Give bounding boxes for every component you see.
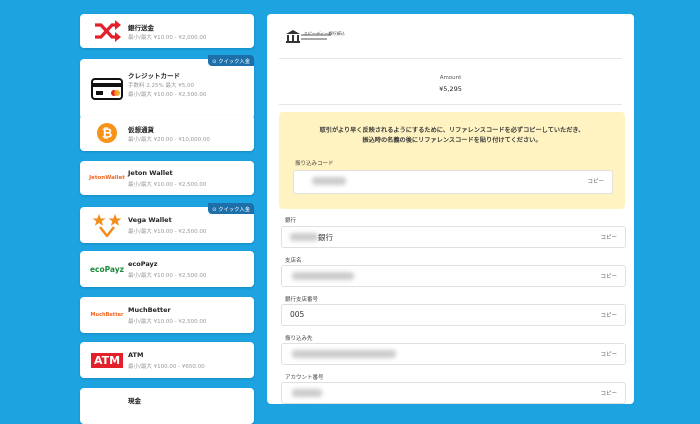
method-limit: 最小/最大 ¥10.00 - ¥2,500.00 <box>128 92 207 98</box>
method-jeton-wallet[interactable]: JetonWallet Jeton Wallet 最小/最大 ¥10.00 - … <box>80 161 254 195</box>
method-cash[interactable]: 現金 <box>80 388 254 424</box>
method-title: Jeton Wallet <box>128 169 173 177</box>
brand-text: スピーディー銀行振込 <box>303 31 345 36</box>
recipient-label: 振り込み先 <box>285 336 313 342</box>
jeton-logo-text: JetonWallet <box>89 175 125 181</box>
atm-logo-text: ATM <box>90 352 124 368</box>
method-limit: 最小/最大 ¥100.00 - ¥650.00 <box>128 364 205 370</box>
credit-card-icon <box>86 75 128 103</box>
method-limit: 最小/最大 ¥10.00 - ¥2,500.00 <box>128 273 207 279</box>
branch-number-value: 005 <box>290 310 305 319</box>
account-number-label: アカウント番号 <box>285 375 324 381</box>
branch-name-field[interactable]: コピー <box>281 265 626 287</box>
bank-value: 銀行 <box>318 233 333 242</box>
method-title: Vega Wallet <box>128 216 172 224</box>
copy-button[interactable]: コピー <box>600 350 617 358</box>
bank-label: 銀行 <box>285 218 297 224</box>
method-bank-transfer[interactable]: 銀行送金 最小/最大 ¥10.00 - ¥2,000.00 <box>80 14 254 48</box>
recipient-field[interactable]: コピー <box>281 343 626 365</box>
redacted-value <box>292 389 322 397</box>
muchbetter-logo: MuchBetter <box>86 301 128 329</box>
method-limit: 最小/最大 ¥10.00 - ¥2,000.00 <box>128 35 207 41</box>
method-limit: 最小/最大 ¥10.00 - ¥2,500.00 <box>128 229 207 235</box>
atm-logo: ATM <box>86 346 128 374</box>
method-crypto[interactable]: ₿ 仮想通貨 最小/最大 ¥20.00 - ¥10,000.00 <box>80 115 254 151</box>
redacted-value <box>292 350 396 358</box>
method-title: ATM <box>128 351 144 359</box>
badge-label: クイック入金 <box>218 58 250 65</box>
method-title: 現金 <box>128 397 141 405</box>
method-title: ecoPayz <box>128 260 158 268</box>
amount-label: Amount <box>439 75 462 81</box>
method-title: クレジットカード <box>128 72 180 80</box>
reference-code-label: 振り込みコード <box>295 161 334 167</box>
copy-button[interactable]: コピー <box>600 311 617 319</box>
method-limit: 最小/最大 ¥10.00 - ¥2,500.00 <box>128 319 207 325</box>
method-credit-card[interactable]: ⊙ クイック入金 クレジットカード 手数料 2.25% 最大 ¥5.00 最小/… <box>80 55 254 119</box>
branch-name-label: 支店名 <box>285 258 302 264</box>
deposit-detail-panel: スピーディー銀行振込 Amount ¥5,295 取引がより早く反映されるように… <box>267 14 634 404</box>
method-title: MuchBetter <box>128 306 171 314</box>
reference-notice: 取引がより早く反映されるようにするために、リファレンスコードを必ずコピーしていた… <box>279 112 625 209</box>
copy-button[interactable]: コピー <box>600 389 617 397</box>
quick-deposit-badge: ⊙ クイック入金 <box>208 203 254 214</box>
method-limit: 最小/最大 ¥20.00 - ¥10,000.00 <box>128 137 210 143</box>
branch-number-field[interactable]: 005 コピー <box>281 304 626 326</box>
method-ecopayz[interactable]: ecoPayz ecoPayz 最小/最大 ¥10.00 - ¥2,500.00 <box>80 251 254 287</box>
divider <box>279 104 622 105</box>
muchbetter-logo-text: MuchBetter <box>90 312 124 318</box>
quick-deposit-badge: ⊙ クイック入金 <box>208 55 254 66</box>
method-vega-wallet[interactable]: ⊙ クイック入金 Vega Wallet 最小/最大 ¥10.00 - ¥2,5… <box>80 203 254 243</box>
method-atm[interactable]: ATM ATM 最小/最大 ¥100.00 - ¥650.00 <box>80 342 254 378</box>
divider <box>279 58 622 59</box>
method-title: 仮想通貨 <box>128 126 154 134</box>
notice-line-2: 振込時の名義の後にリファレンスコードを貼り付けてください。 <box>362 137 542 144</box>
ecopayz-logo-text: ecoPayz <box>89 264 125 274</box>
account-number-field[interactable]: コピー <box>281 382 626 404</box>
notice-line-1: 取引がより早く反映されるようにするために、リファレンスコードを必ずコピーしていた… <box>319 127 585 134</box>
ecopayz-logo: ecoPayz <box>86 255 128 283</box>
amount-value: ¥5,295 <box>439 85 462 93</box>
reference-code-field[interactable]: コピー <box>293 170 613 194</box>
copy-button[interactable]: コピー <box>600 233 617 241</box>
shuffle-icon <box>86 17 128 45</box>
method-title: 銀行送金 <box>128 24 154 32</box>
copy-button[interactable]: コピー <box>600 272 617 280</box>
badge-label: クイック入金 <box>218 206 250 213</box>
method-muchbetter[interactable]: MuchBetter MuchBetter 最小/最大 ¥10.00 - ¥2,… <box>80 297 254 333</box>
jeton-logo: JetonWallet <box>86 164 128 192</box>
redacted-value <box>292 272 354 280</box>
svg-text:₿: ₿ <box>102 127 113 142</box>
method-fee: 手数料 2.25% 最大 ¥5.00 <box>128 83 194 89</box>
method-limit: 最小/最大 ¥10.00 - ¥2,500.00 <box>128 182 207 188</box>
bank-field[interactable]: 銀行 コピー <box>281 226 626 248</box>
copy-button[interactable]: コピー <box>587 177 604 185</box>
vega-wallet-logo <box>86 211 128 239</box>
redacted-value <box>290 233 318 241</box>
bitcoin-icon: ₿ <box>86 119 128 147</box>
redacted-value <box>312 177 346 185</box>
branch-number-label: 銀行支店番号 <box>285 297 319 303</box>
